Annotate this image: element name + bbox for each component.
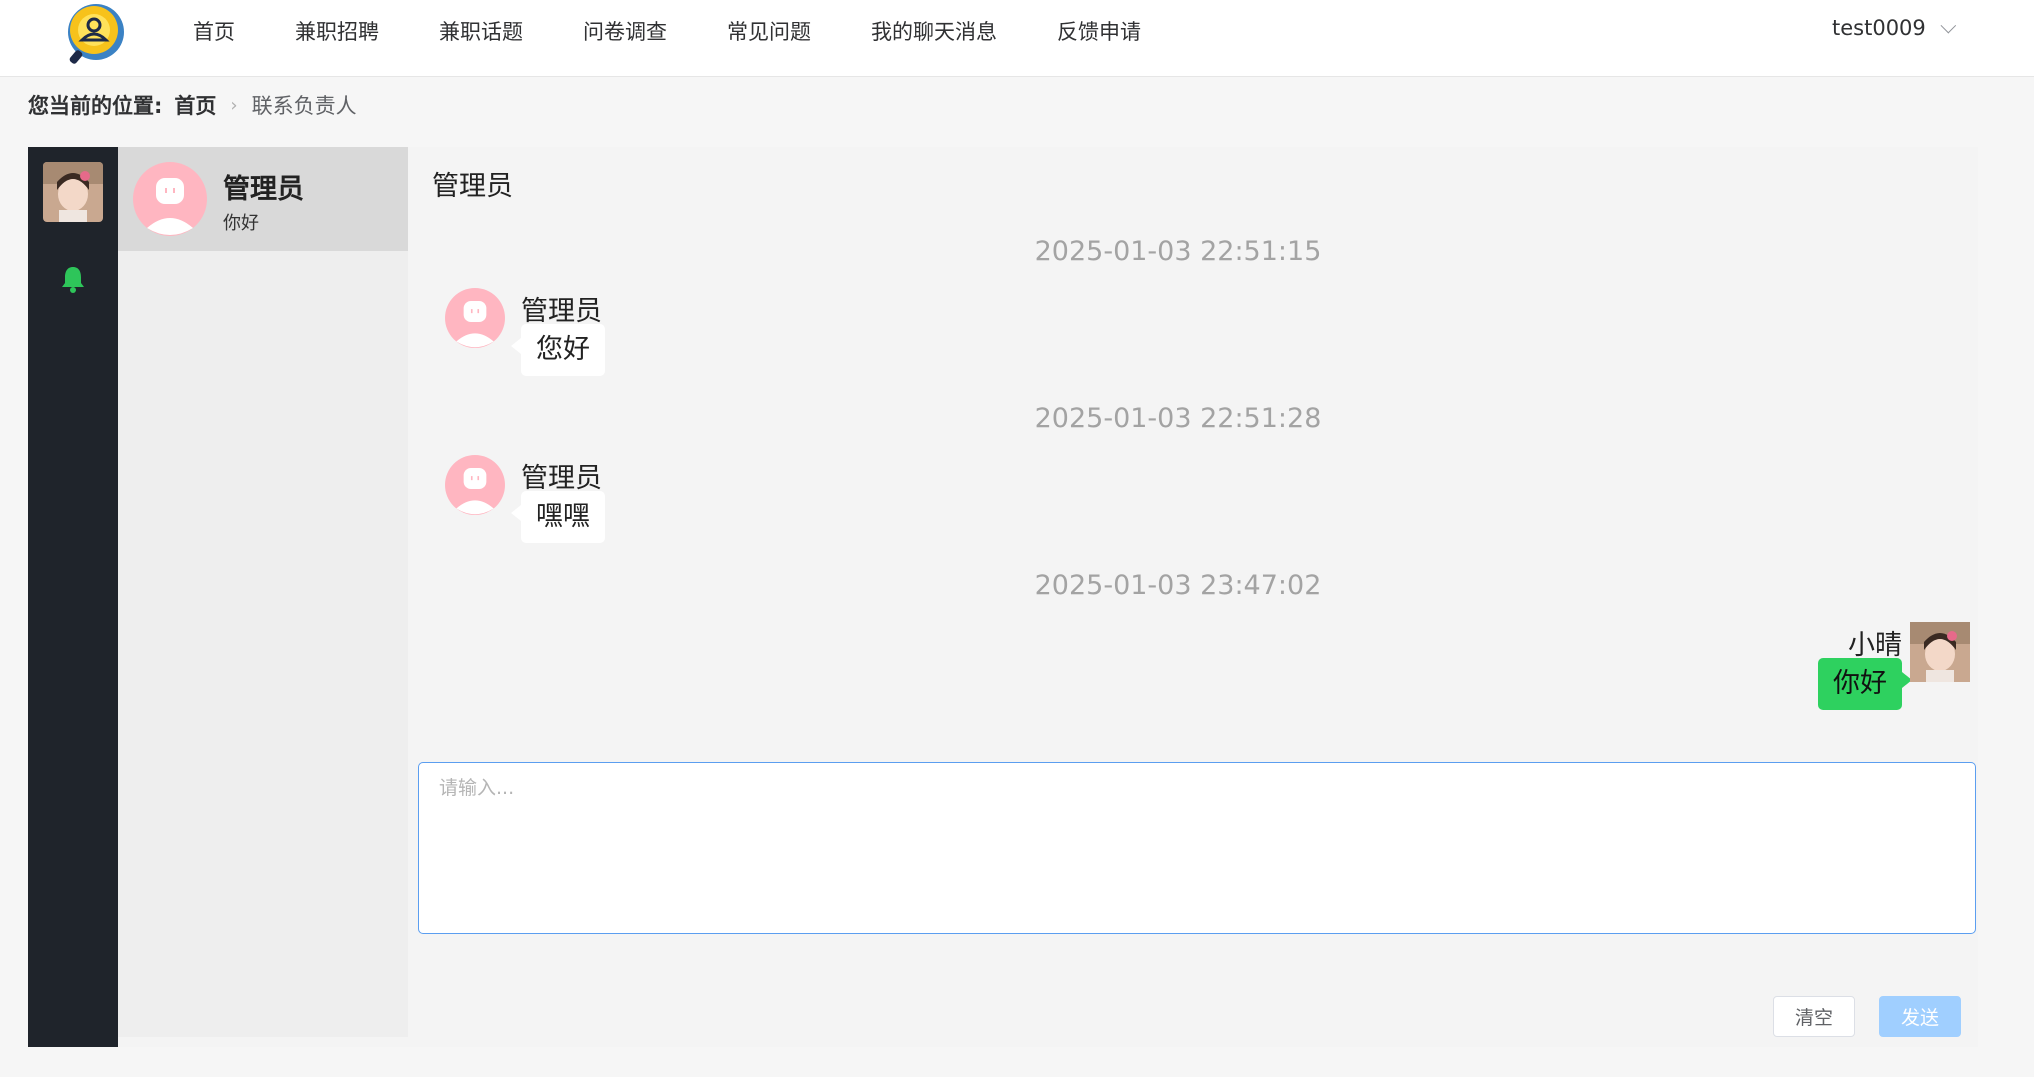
nav-item-topics[interactable]: 兼职话题	[439, 16, 523, 46]
message-sender: 管理员	[521, 296, 602, 327]
nav-item-faq[interactable]: 常见问题	[727, 16, 811, 46]
user-menu[interactable]: test0009	[1832, 16, 1956, 40]
chat-container: 管理员 你好 管理员 2025-01-03 22:51:15 管理员 您好 20…	[28, 147, 1978, 1047]
chevron-right-icon: ›	[230, 94, 238, 116]
session-list: 管理员 你好	[118, 147, 408, 1037]
bell-icon[interactable]	[60, 265, 86, 293]
send-button[interactable]: 发送	[1879, 996, 1961, 1037]
user-avatar-icon	[133, 162, 207, 236]
my-avatar[interactable]	[43, 162, 103, 222]
nav-item-home[interactable]: 首页	[193, 16, 235, 46]
magnifier-user-logo-icon[interactable]	[62, 0, 130, 68]
breadcrumb-current: 联系负责人	[251, 94, 357, 118]
session-last-message: 你好	[223, 213, 259, 234]
breadcrumb-label: 您当前的位置:	[28, 94, 163, 118]
nav-item-feedback[interactable]: 反馈申请	[1057, 16, 1141, 46]
message-bubble: 嘿嘿	[511, 491, 605, 544]
chat-main: 管理员 2025-01-03 22:51:15 管理员 您好 2025-01-0…	[408, 147, 1978, 1047]
message-sender: 小晴	[1848, 630, 1902, 661]
message-timestamp: 2025-01-03 22:51:28	[1034, 403, 1322, 434]
message-bubble: 你好	[1818, 658, 1912, 711]
breadcrumb-home-link[interactable]: 首页	[174, 90, 216, 120]
message-input[interactable]	[419, 763, 1975, 933]
top-navbar: 首页 兼职招聘 兼职话题 问卷调查 常见问题 我的聊天消息 反馈申请 test0…	[0, 0, 2034, 77]
nav-item-survey[interactable]: 问卷调查	[583, 16, 667, 46]
breadcrumb: 您当前的位置: 首页 › 联系负责人	[28, 90, 357, 120]
chevron-down-icon	[1940, 17, 1956, 33]
message-timestamp: 2025-01-03 23:47:02	[1034, 570, 1322, 601]
username: test0009	[1832, 16, 1926, 40]
main-nav: 首页 兼职招聘 兼职话题 问卷调查 常见问题 我的聊天消息 反馈申请	[170, 0, 1141, 62]
message-timestamp: 2025-01-03 22:51:15	[1034, 236, 1322, 267]
chat-sidebar-rail	[28, 147, 118, 1047]
nav-item-my-messages[interactable]: 我的聊天消息	[871, 16, 997, 46]
my-avatar	[1910, 622, 1970, 682]
clear-button[interactable]: 清空	[1773, 996, 1855, 1037]
session-item[interactable]: 管理员 你好	[118, 147, 408, 251]
message-sender: 管理员	[521, 463, 602, 494]
nav-item-jobs[interactable]: 兼职招聘	[295, 16, 379, 46]
message-input-box	[418, 762, 1976, 934]
user-avatar-icon	[445, 455, 505, 515]
chat-title: 管理员	[432, 171, 513, 202]
session-name: 管理员	[223, 174, 304, 205]
user-avatar-icon	[445, 288, 505, 348]
message-bubble: 您好	[511, 324, 605, 377]
